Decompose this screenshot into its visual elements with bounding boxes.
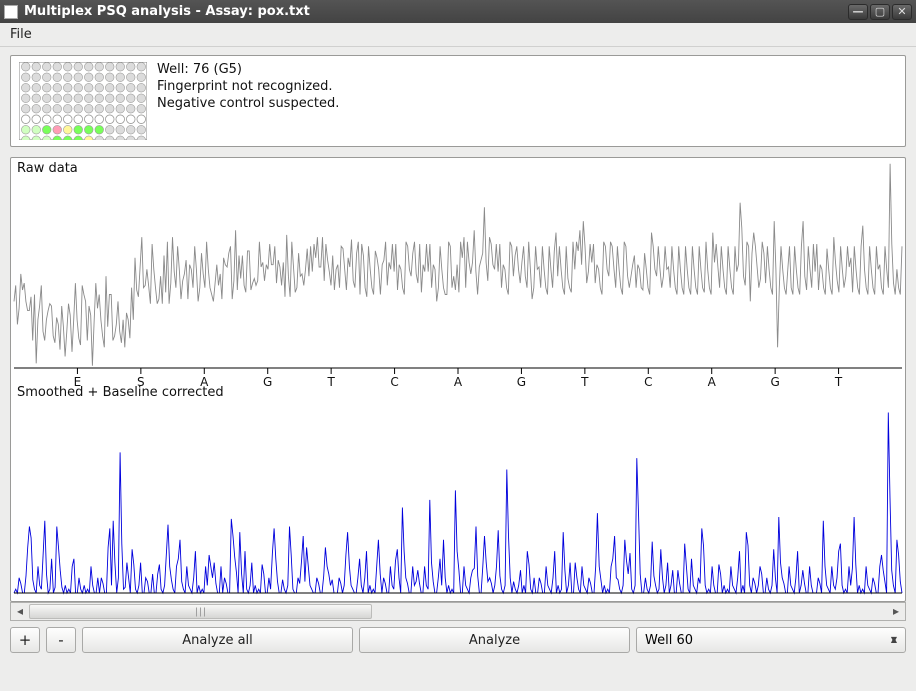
chart-h-scrollbar[interactable]: ◂ ▸ bbox=[10, 602, 906, 621]
svg-text:A: A bbox=[454, 375, 463, 389]
well-select-value: Well 60 bbox=[645, 633, 693, 648]
close-button[interactable]: ✕ bbox=[892, 4, 912, 20]
well-select[interactable]: Well 60 ▲▼ bbox=[636, 627, 906, 653]
info-line-status: Fingerprint not recognized. bbox=[157, 79, 339, 96]
bottom-toolbar: + - Analyze all Analyze Well 60 ▲▼ bbox=[10, 627, 906, 653]
maximize-button[interactable]: ▢ bbox=[870, 4, 890, 20]
svg-text:G: G bbox=[263, 375, 272, 389]
zoom-out-button[interactable]: - bbox=[46, 627, 76, 653]
well-plate[interactable] bbox=[19, 62, 147, 140]
scroll-left-icon[interactable]: ◂ bbox=[11, 603, 29, 620]
svg-text:A: A bbox=[708, 375, 717, 389]
svg-text:C: C bbox=[644, 375, 652, 389]
svg-text:C: C bbox=[390, 375, 398, 389]
chart-title-smoothed: Smoothed + Baseline corrected bbox=[17, 385, 224, 400]
analyze-button[interactable]: Analyze bbox=[359, 627, 630, 653]
scroll-right-icon[interactable]: ▸ bbox=[887, 603, 905, 620]
svg-text:G: G bbox=[770, 375, 779, 389]
chart-title-raw: Raw data bbox=[17, 161, 78, 176]
svg-text:T: T bbox=[580, 375, 589, 389]
zoom-in-button[interactable]: + bbox=[10, 627, 40, 653]
window-title: Multiplex PSQ analysis - Assay: pox.txt bbox=[24, 4, 846, 19]
menu-item-file[interactable]: File bbox=[6, 24, 38, 45]
info-line-well: Well: 76 (G5) bbox=[157, 62, 339, 79]
well-info-text: Well: 76 (G5) Fingerprint not recognized… bbox=[157, 62, 339, 140]
chart-canvas[interactable]: ESAGTCAGTCAGT bbox=[11, 158, 905, 602]
chart-panel: Raw data Smoothed + Baseline corrected E… bbox=[10, 157, 906, 602]
client-area: Well: 76 (G5) Fingerprint not recognized… bbox=[0, 47, 916, 691]
menubar: File bbox=[0, 23, 916, 47]
well-info-panel: Well: 76 (G5) Fingerprint not recognized… bbox=[10, 55, 906, 147]
info-line-note: Negative control suspected. bbox=[157, 96, 339, 113]
app-icon bbox=[4, 5, 18, 19]
window-titlebar: Multiplex PSQ analysis - Assay: pox.txt … bbox=[0, 0, 916, 23]
svg-text:T: T bbox=[834, 375, 843, 389]
svg-text:T: T bbox=[326, 375, 335, 389]
minimize-button[interactable]: — bbox=[848, 4, 868, 20]
analyze-all-button[interactable]: Analyze all bbox=[82, 627, 353, 653]
svg-text:G: G bbox=[517, 375, 526, 389]
